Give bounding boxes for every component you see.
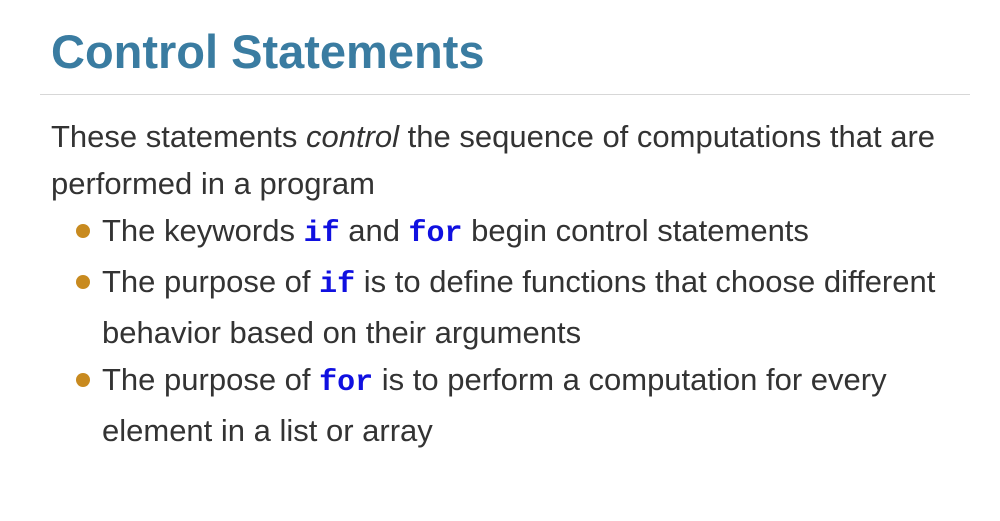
bullet-dot-icon	[76, 373, 90, 387]
slide-body: These statements control the sequence of…	[51, 113, 951, 454]
code-keyword-for: for	[319, 366, 374, 400]
intro-text-start: These statements	[51, 119, 307, 154]
slide-title: Control Statements	[51, 25, 485, 78]
title-divider	[40, 94, 970, 95]
bullet-item-for-purpose: The purpose of for is to perform a compu…	[76, 356, 951, 454]
intro-emphasis: control	[306, 119, 400, 154]
bullet-text: begin control statements	[462, 213, 809, 248]
bullet-text: The purpose of	[102, 362, 320, 397]
bullet-text: The keywords	[102, 213, 304, 248]
code-keyword-if: if	[303, 217, 340, 251]
bullet-item-if-purpose: The purpose of if is to define functions…	[76, 258, 951, 356]
bullet-list: The keywords if and for begin control st…	[51, 207, 951, 454]
slide: Control Statements These statements cont…	[0, 0, 1000, 521]
code-keyword-for: for	[408, 217, 463, 251]
intro-paragraph: These statements control the sequence of…	[51, 113, 951, 207]
bullet-dot-icon	[76, 224, 90, 238]
bullet-dot-icon	[76, 275, 90, 289]
bullet-item-keywords: The keywords if and for begin control st…	[76, 207, 951, 258]
bullet-text: and	[339, 213, 409, 248]
code-keyword-if: if	[319, 268, 356, 302]
bullet-text: The purpose of	[102, 264, 320, 299]
